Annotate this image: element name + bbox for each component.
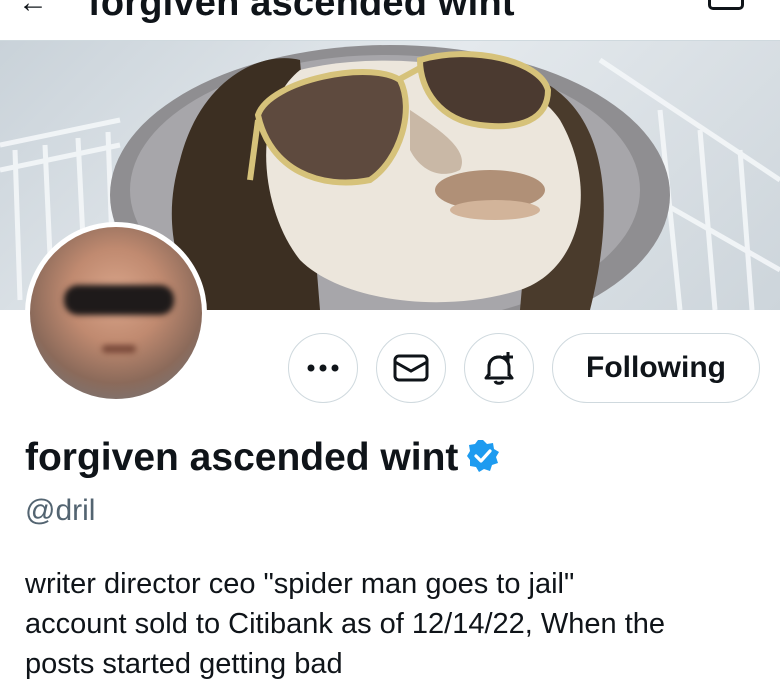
profile-name-row: forgiven ascended wint (25, 436, 500, 480)
verified-badge-icon[interactable] (466, 439, 500, 478)
bio-line: writer director ceo "spider man goes to … (25, 568, 575, 600)
notifications-button[interactable] (464, 333, 534, 403)
profile-display-name: forgiven ascended wint (25, 436, 459, 479)
bio-line: posts started getting bad (25, 648, 343, 680)
top-nav-bar: ← forgiven ascended wint (0, 0, 780, 41)
envelope-icon (393, 354, 429, 382)
avatar-image (30, 227, 202, 399)
message-button[interactable] (376, 333, 446, 403)
more-horizontal-icon (307, 364, 339, 372)
header-title: forgiven ascended wint (88, 0, 515, 24)
menu-icon[interactable] (708, 0, 744, 10)
following-button[interactable]: Following (552, 333, 760, 403)
bio-line: account sold to Citibank as of 12/14/22,… (25, 608, 666, 640)
bell-plus-icon (484, 352, 514, 385)
profile-handle: @dril (25, 494, 96, 527)
profile-bio: writer director ceo "spider man goes to … (25, 564, 765, 684)
profile-avatar[interactable] (25, 222, 207, 404)
back-arrow-icon[interactable]: ← (18, 0, 48, 20)
more-options-button[interactable] (288, 333, 358, 403)
